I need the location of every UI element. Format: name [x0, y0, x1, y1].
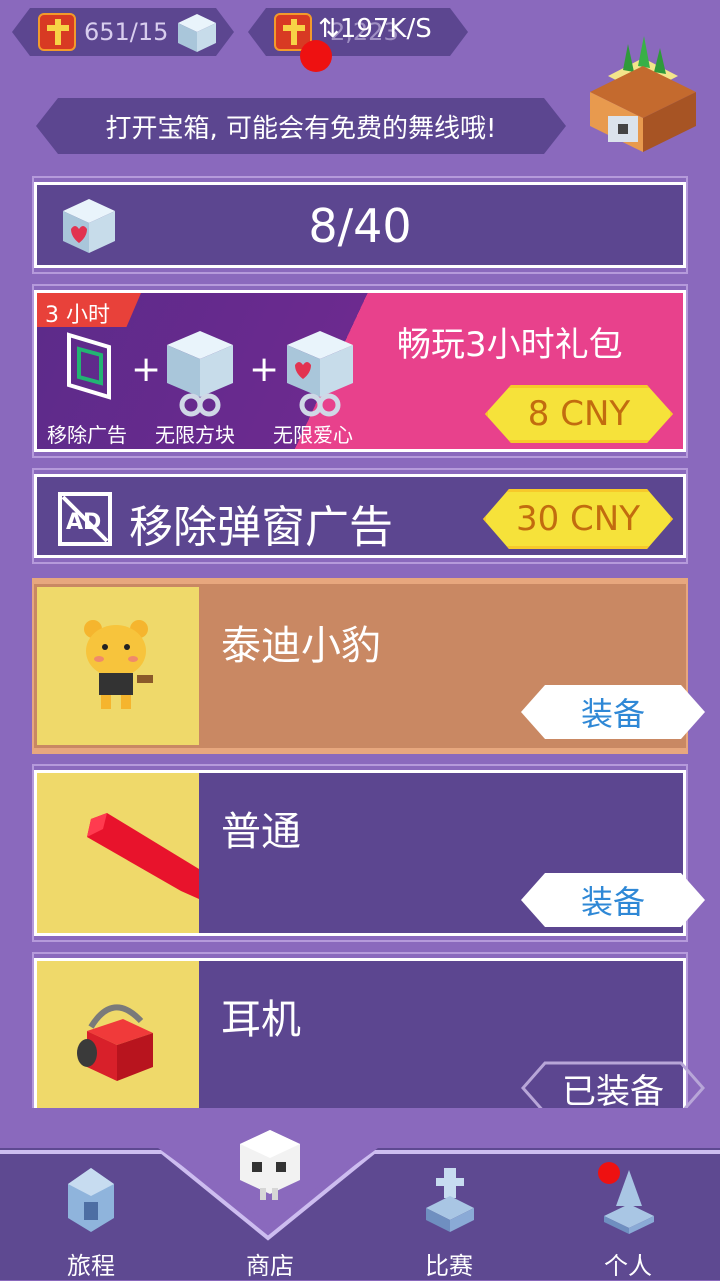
sync-icon: ⇅ — [318, 14, 340, 44]
nav-label-shop[interactable]: 商店 — [210, 1246, 330, 1281]
bundle-title: 畅玩3小时礼包 — [397, 325, 623, 365]
bundle-time-badge-label: 3 小时 — [45, 303, 110, 328]
notification-dot — [300, 40, 332, 72]
skin-card[interactable]: 泰迪小豹 装备 — [34, 584, 686, 748]
skin-thumbnail — [37, 961, 199, 1108]
plus-icon: + — [249, 349, 280, 390]
hearts-count: 8/40 — [308, 199, 412, 253]
no-ads-icon — [67, 332, 111, 400]
house-icon[interactable] — [64, 1166, 118, 1236]
remove-ads-price-button[interactable]: 30 CNY — [483, 489, 673, 549]
skin-thumbnail — [37, 587, 199, 745]
notification-dot — [598, 1162, 620, 1184]
infinite-heart-icon — [287, 331, 353, 417]
moves-counter-value: 651/15 — [84, 18, 169, 46]
skin-name: 普通 — [221, 809, 301, 855]
nav-label-match[interactable]: 比赛 — [389, 1246, 509, 1281]
treasure-chest-icon[interactable] — [578, 36, 708, 154]
skin-name: 耳机 — [221, 997, 301, 1043]
cross-icon — [38, 13, 76, 51]
skin-card[interactable]: 耳机 已装备 — [34, 958, 705, 1115]
skin-thumbnail — [37, 773, 199, 933]
bundle-item-label: 无限方块 — [155, 423, 235, 447]
teddy-cub-icon — [84, 620, 153, 709]
bundle-item-label: 移除广告 — [47, 423, 127, 447]
ad-block-icon: AD — [58, 492, 112, 546]
trophy-icon[interactable] — [424, 1166, 476, 1236]
hearts-card: 8/40 — [34, 182, 686, 268]
equipped-label: 已装备 — [562, 1071, 664, 1112]
skull-icon[interactable] — [238, 1128, 302, 1204]
headphones-icon — [77, 1004, 153, 1081]
bundle-item-label: 无限爱心 — [273, 423, 353, 447]
skin-name: 泰迪小豹 — [221, 623, 381, 669]
network-speed: ⇅197K/S — [318, 14, 432, 44]
equipped-button[interactable]: 已装备 — [521, 1061, 705, 1115]
chest-hint-banner: 打开宝箱, 可能会有免费的舞线哦! — [36, 98, 566, 154]
infinite-cube-icon — [167, 331, 233, 417]
equip-button[interactable]: 装备 — [521, 873, 705, 927]
remove-ads-card[interactable]: AD 移除弹窗广告 30 CNY — [34, 474, 686, 558]
skin-card[interactable]: 普通 装备 — [34, 770, 686, 936]
bundle-price-button[interactable]: 8 CNY — [485, 385, 673, 443]
equip-button[interactable]: 装备 — [521, 685, 705, 739]
remove-ads-label: 移除弹窗广告 — [129, 502, 393, 553]
chest-hint-text: 打开宝箱, 可能会有免费的舞线哦! — [105, 113, 497, 144]
cube-icon — [178, 14, 216, 52]
red-line-icon — [87, 813, 199, 899]
nav-label-profile[interactable]: 个人 — [568, 1246, 688, 1281]
plus-icon: + — [131, 349, 162, 390]
nav-label-journey[interactable]: 旅程 — [31, 1246, 151, 1281]
bundle-card[interactable]: 3 小时 + + 移除广告 无限方块 无限爱心 畅玩3小时礼包 8 CNY — [34, 290, 686, 452]
bottom-navigation: 旅程 商店 比赛 个人 — [0, 1108, 720, 1280]
